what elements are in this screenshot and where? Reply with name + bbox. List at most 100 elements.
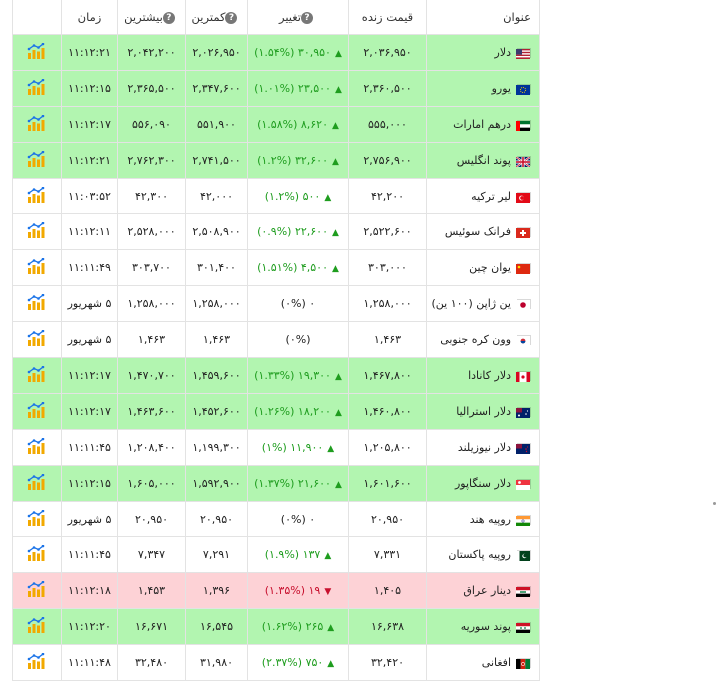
column-header-highest[interactable]: ?بیشترین bbox=[117, 0, 186, 35]
table-row[interactable]: دلار کانادا ۱,۴۶۷,۸۰۰ ▲۱۹,۳۰۰ (۱.۳۳%) ۱,۴۵۹… bbox=[12, 357, 540, 394]
column-header-lowest[interactable]: ?کمترین bbox=[185, 0, 248, 35]
currency-name-cell[interactable]: فرانک سوئیس bbox=[426, 213, 540, 251]
currency-name: فرانک سوئیس bbox=[444, 225, 511, 239]
table-row[interactable]: روپیه پاکستان ۷,۳۳۱ ▲۱۳۷ (۱.۹%) ۷,۲۹۱ ۷,۳۴۷ ۱… bbox=[12, 536, 540, 574]
change-cell: ▲۱۹,۳۰۰ (۱.۳۳%) bbox=[247, 357, 349, 394]
chart-cell[interactable] bbox=[12, 321, 62, 359]
currency-name-cell[interactable]: یورو bbox=[426, 69, 540, 107]
table-row[interactable]: دینار عراق ۱,۴۰۵ ▼۱۹ (۱.۳۵%) ۱,۳۹۶ ۱,۴۵۳ ۱۱:۱… bbox=[12, 572, 540, 610]
chart-icon[interactable] bbox=[27, 329, 47, 349]
table-row[interactable]: افغانی ۳۲,۴۲۰ ▲۷۵۰ (۲.۳۷%) ۳۱,۹۸۰ ۳۲,۴۸۰ ۱۱:۱… bbox=[12, 644, 540, 681]
chart-icon[interactable] bbox=[27, 509, 47, 529]
currency-name-cell[interactable]: وون کره جنوبی bbox=[426, 321, 540, 359]
column-header-change[interactable]: ?تغییر bbox=[247, 0, 349, 35]
chart-cell[interactable] bbox=[12, 608, 62, 646]
chart-icon[interactable] bbox=[27, 222, 47, 241]
highest-cell: ۱۶,۶۷۱ bbox=[117, 608, 186, 646]
currency-name-cell[interactable]: پوند انگلیس bbox=[426, 141, 540, 179]
chart-icon[interactable] bbox=[27, 257, 47, 277]
currency-name-cell[interactable]: ین ژاپن (۱۰۰ ین) bbox=[426, 285, 540, 323]
table-row[interactable]: دلار سنگاپور ۱,۶۰۱,۶۰۰ ▲۲۱,۶۰۰ (۱.۳۷%) ۱,۵۹… bbox=[12, 464, 540, 502]
table-row[interactable]: پوند انگلیس ۲,۷۵۶,۹۰۰ ▲۳۲,۶۰۰ (۱.۲%) ۲,۷۴۱,… bbox=[12, 141, 540, 179]
table-row[interactable]: روپیه هند ۲۰,۹۵۰ ۰ (۰%) ۲۰,۹۵۰ ۲۰,۹۵۰ ۵ شهریو… bbox=[12, 500, 540, 538]
arrow-down-icon: ▼ bbox=[324, 587, 332, 598]
ae-flag-icon bbox=[516, 119, 531, 131]
chart-cell[interactable] bbox=[12, 34, 62, 71]
help-icon[interactable]: ? bbox=[225, 11, 238, 24]
change-value: ۸,۶۲۰ (۱.۵۸%) bbox=[257, 117, 328, 131]
chart-icon[interactable] bbox=[27, 186, 47, 206]
currency-name-cell[interactable]: پوند سوریه bbox=[426, 608, 540, 646]
table-row[interactable]: یوان چین ۳۰۳,۰۰۰ ▲ ۴,۵۰۰ (۱.۵۱%) ۳۰۱,۴۰۰ ۳۰۳,… bbox=[12, 249, 540, 287]
currency-name-cell[interactable]: دینار عراق bbox=[426, 572, 540, 610]
chart-icon[interactable] bbox=[27, 78, 47, 98]
arrow-up-icon: ▲ bbox=[334, 407, 342, 418]
column-header-time[interactable]: زمان bbox=[61, 0, 118, 35]
table-row[interactable]: دلار ۲,۰۳۶,۹۵۰ ▲۳۰,۹۵۰ (۱.۵۴%) ۲,۰۲۶,۹۵۰ ۲,۰… bbox=[12, 34, 540, 71]
chart-cell[interactable] bbox=[12, 249, 62, 287]
table-row[interactable]: دلار نیوزیلند ۱,۲۰۵,۸۰۰ ▲۱۱,۹۰۰ (۱%) ۱,۱۹۹,… bbox=[12, 428, 540, 466]
currency-name-cell[interactable]: درهم امارات bbox=[426, 105, 540, 143]
chart-icon[interactable] bbox=[27, 652, 47, 672]
currency-name-cell[interactable]: روپیه هند bbox=[426, 500, 540, 538]
currency-name-cell[interactable]: دلار bbox=[426, 34, 540, 71]
chart-cell[interactable] bbox=[12, 572, 62, 610]
chart-icon[interactable] bbox=[27, 150, 47, 170]
help-icon[interactable]: ? bbox=[301, 11, 314, 24]
chart-cell[interactable] bbox=[12, 536, 62, 574]
currency-name-cell[interactable]: افغانی bbox=[426, 644, 540, 681]
chart-cell[interactable] bbox=[12, 644, 62, 681]
currency-name: دلار سنگاپور bbox=[455, 476, 511, 490]
chart-icon[interactable] bbox=[27, 401, 47, 421]
chart-cell[interactable] bbox=[12, 105, 62, 143]
currency-name-cell[interactable]: روپیه پاکستان bbox=[426, 536, 540, 574]
column-header-name[interactable]: عنوان bbox=[426, 0, 540, 35]
chart-icon[interactable] bbox=[27, 293, 47, 313]
chart-cell[interactable] bbox=[12, 177, 62, 215]
change-cell: ▲۲۶۵ (۱.۶۲%) bbox=[247, 608, 349, 646]
chart-cell[interactable] bbox=[12, 141, 62, 179]
table-row[interactable]: فرانک سوئیس ۲,۵۲۲,۶۰۰ ▲۲۲,۶۰۰ (۰.۹%) ۲,۵۰۸,… bbox=[12, 213, 540, 251]
table-row[interactable]: پوند سوریه ۱۶,۶۳۸ ▲۲۶۵ (۱.۶۲%) ۱۶,۵۴۵ ۱۶,۶۷۱… bbox=[12, 608, 540, 646]
table-row[interactable]: یورو ۲,۳۶۰,۵۰۰ ▲۲۳,۵۰۰ (۱.۰۱%) ۲,۳۴۷,۶۰۰ ۲,۳… bbox=[12, 69, 540, 107]
chart-icon[interactable] bbox=[27, 365, 47, 385]
chart-cell[interactable] bbox=[12, 285, 62, 323]
currency-name-cell[interactable]: یوان چین bbox=[426, 249, 540, 287]
currency-name-cell[interactable]: لیر ترکیه bbox=[426, 177, 540, 215]
chart-cell[interactable] bbox=[12, 357, 62, 394]
chart-icon[interactable] bbox=[27, 473, 47, 493]
change-value: ۲۶۵ (۱.۶۲%) bbox=[261, 620, 324, 634]
chart-cell[interactable] bbox=[12, 500, 62, 538]
table-row[interactable]: ین ژاپن (۱۰۰ ین) ۱,۲۵۸,۰۰۰ ۰ (۰%) ۱,۲۵۸,۰۰۰… bbox=[12, 285, 540, 323]
currency-name-cell[interactable]: دلار نیوزیلند bbox=[426, 428, 540, 466]
currency-name: درهم امارات bbox=[453, 117, 511, 131]
chart-icon[interactable] bbox=[27, 437, 47, 457]
currency-name-cell[interactable]: دلار سنگاپور bbox=[426, 464, 540, 502]
chart-cell[interactable] bbox=[12, 428, 62, 466]
chart-cell[interactable] bbox=[12, 464, 62, 502]
lowest-cell: ۲,۵۰۸,۹۰۰ bbox=[185, 213, 248, 251]
chart-cell[interactable] bbox=[12, 69, 62, 107]
table-row[interactable]: درهم امارات ۵۵۵,۰۰۰ ▲ ۸,۶۲۰ (۱.۵۸%) ۵۵۱,۹۰۰ ۵… bbox=[12, 105, 540, 143]
change-cell: ▲ ۴,۵۰۰ (۱.۵۱%) bbox=[247, 249, 349, 287]
table-row[interactable]: دلار استرالیا ۱,۴۶۰,۸۰۰ ▲۱۸,۲۰۰ (۱.۲۶%) ۱,۴… bbox=[12, 392, 540, 430]
chart-icon[interactable] bbox=[27, 580, 47, 600]
help-icon[interactable]: ? bbox=[162, 11, 175, 24]
table-header-row: عنوان قیمت زنده ?تغییر ?کمترین ?بیشترین … bbox=[12, 0, 540, 35]
time-cell: ۵ شهریور bbox=[61, 500, 118, 538]
arrow-up-icon: ▲ bbox=[334, 84, 342, 95]
currency-name-cell[interactable]: دلار کانادا bbox=[426, 357, 540, 394]
change-cell: ▲۷۵۰ (۲.۳۷%) bbox=[247, 644, 349, 681]
gb-flag-icon bbox=[515, 155, 531, 168]
chart-icon[interactable] bbox=[27, 114, 47, 134]
column-header-live-price[interactable]: قیمت زنده bbox=[348, 0, 427, 35]
chart-icon[interactable] bbox=[27, 42, 47, 62]
chart-icon[interactable] bbox=[27, 616, 47, 636]
table-row[interactable]: لیر ترکیه ۴۲,۲۰۰ ▲۵۰۰ (۱.۲%) ۴۲,۰۰۰ ۴۲,۳۰۰ ۱۱… bbox=[12, 177, 540, 215]
tr-flag-icon bbox=[516, 191, 531, 203]
chart-cell[interactable] bbox=[12, 392, 62, 430]
chart-icon[interactable] bbox=[27, 545, 47, 564]
chart-cell[interactable] bbox=[12, 213, 62, 251]
table-row[interactable]: وون کره جنوبی ۱,۴۶۳ (۰%) ۱,۴۶۳ ۱,۴۶۳ ۵ شهریور bbox=[12, 321, 540, 359]
currency-name-cell[interactable]: دلار استرالیا bbox=[426, 392, 540, 430]
